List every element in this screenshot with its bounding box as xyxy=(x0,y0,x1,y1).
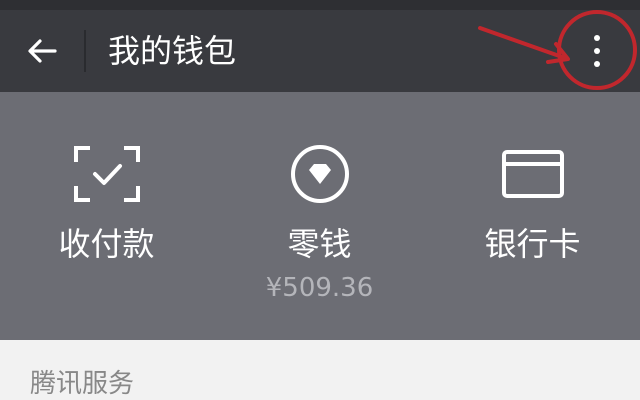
bank-card-item[interactable]: 银行卡 xyxy=(426,92,639,340)
more-dot-icon xyxy=(594,35,600,41)
pay-receive-item[interactable]: 收付款 xyxy=(0,92,213,340)
back-button[interactable] xyxy=(18,29,66,73)
title-divider xyxy=(84,30,86,72)
more-dot-icon xyxy=(594,61,600,67)
status-bar xyxy=(0,0,640,10)
page-title: 我的钱包 xyxy=(108,32,237,70)
scan-pay-icon xyxy=(73,146,140,202)
change-balance: ¥509.36 xyxy=(265,273,374,303)
tencent-services-section: 腾讯服务 xyxy=(0,340,640,400)
more-menu-button[interactable] xyxy=(572,28,622,74)
wallet-panel: 收付款 零钱 ¥509.36 银行卡 xyxy=(0,92,640,340)
change-item[interactable]: 零钱 ¥509.36 xyxy=(213,92,426,340)
section-title: 腾讯服务 xyxy=(30,369,135,399)
change-label: 零钱 xyxy=(287,225,352,263)
title-bar: 我的钱包 xyxy=(0,10,640,92)
arrow-left-icon xyxy=(28,39,57,63)
more-dot-icon xyxy=(594,48,600,54)
diamond-coin-icon xyxy=(290,145,349,203)
bank-card-icon xyxy=(501,150,564,198)
pay-receive-label: 收付款 xyxy=(58,225,155,263)
bank-card-label: 银行卡 xyxy=(484,225,581,263)
